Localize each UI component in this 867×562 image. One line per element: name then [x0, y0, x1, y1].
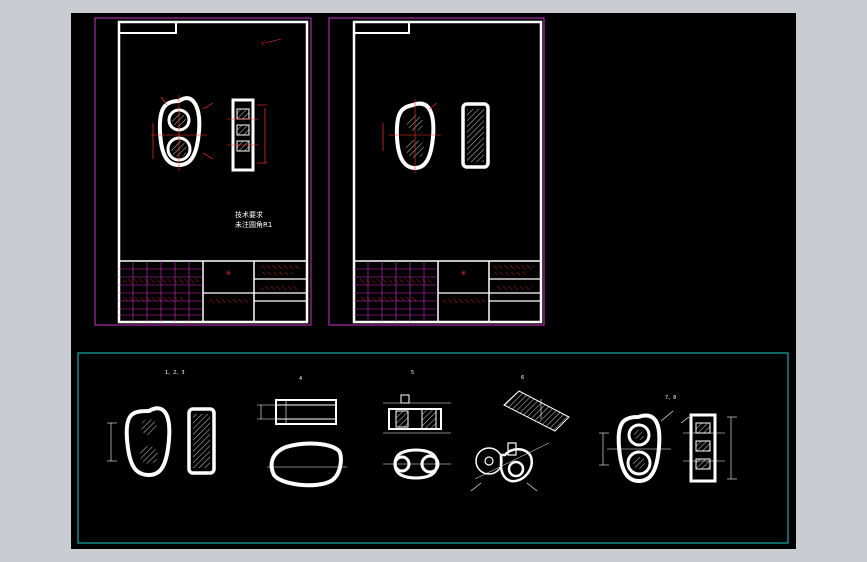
- sheet-2-corner-tab: [353, 21, 410, 34]
- roughness-mark: √: [261, 40, 265, 47]
- strip-label-1: 1、2、3: [165, 370, 185, 376]
- process-strip-frame: [77, 352, 789, 544]
- sheet-1-note-2: 未注圆角R1: [235, 220, 272, 229]
- step-1-forging: [107, 406, 216, 478]
- sheet-2-title-mark: ※: [461, 270, 466, 277]
- sheet-1-link-side-view: [227, 98, 267, 172]
- strip-label-2: 4: [299, 376, 302, 382]
- step-3-boring: [383, 394, 451, 480]
- step-5-finishing: [599, 410, 737, 484]
- sheet-2-link-side-view: [461, 102, 490, 169]
- step-4-cutting: [470, 390, 570, 492]
- cad-drawing-svg: √ 技术要求 未注圆角R1 ※ ※ 1、2、3 4 5 6 7、8: [77, 17, 789, 544]
- strip-label-5: 7、8: [665, 395, 676, 401]
- sheet-2-link-front-view: [382, 99, 441, 173]
- sheet-1-note-1: 技术要求: [235, 210, 263, 219]
- sheet-1-link-front-view: [151, 95, 214, 171]
- sheet-1-title-mark: ※: [226, 270, 231, 277]
- process-strip[interactable]: 1、2、3 4 5 6 7、8: [77, 352, 789, 544]
- sheet-2-title-block: ※: [353, 260, 542, 323]
- sheet-1-title-block: ※: [118, 260, 308, 323]
- step-2-milling: [257, 399, 347, 488]
- strip-label-4: 6: [521, 375, 524, 381]
- strip-label-3: 5: [411, 370, 414, 376]
- drawing-sheet-2[interactable]: ※: [328, 17, 545, 326]
- cad-drawing-canvas[interactable]: √ 技术要求 未注圆角R1 ※ ※ 1、2、3 4 5 6 7、8: [71, 13, 796, 549]
- sheet-1-corner-tab: [118, 21, 177, 34]
- drawing-sheet-1[interactable]: √ 技术要求 未注圆角R1 ※: [94, 17, 312, 326]
